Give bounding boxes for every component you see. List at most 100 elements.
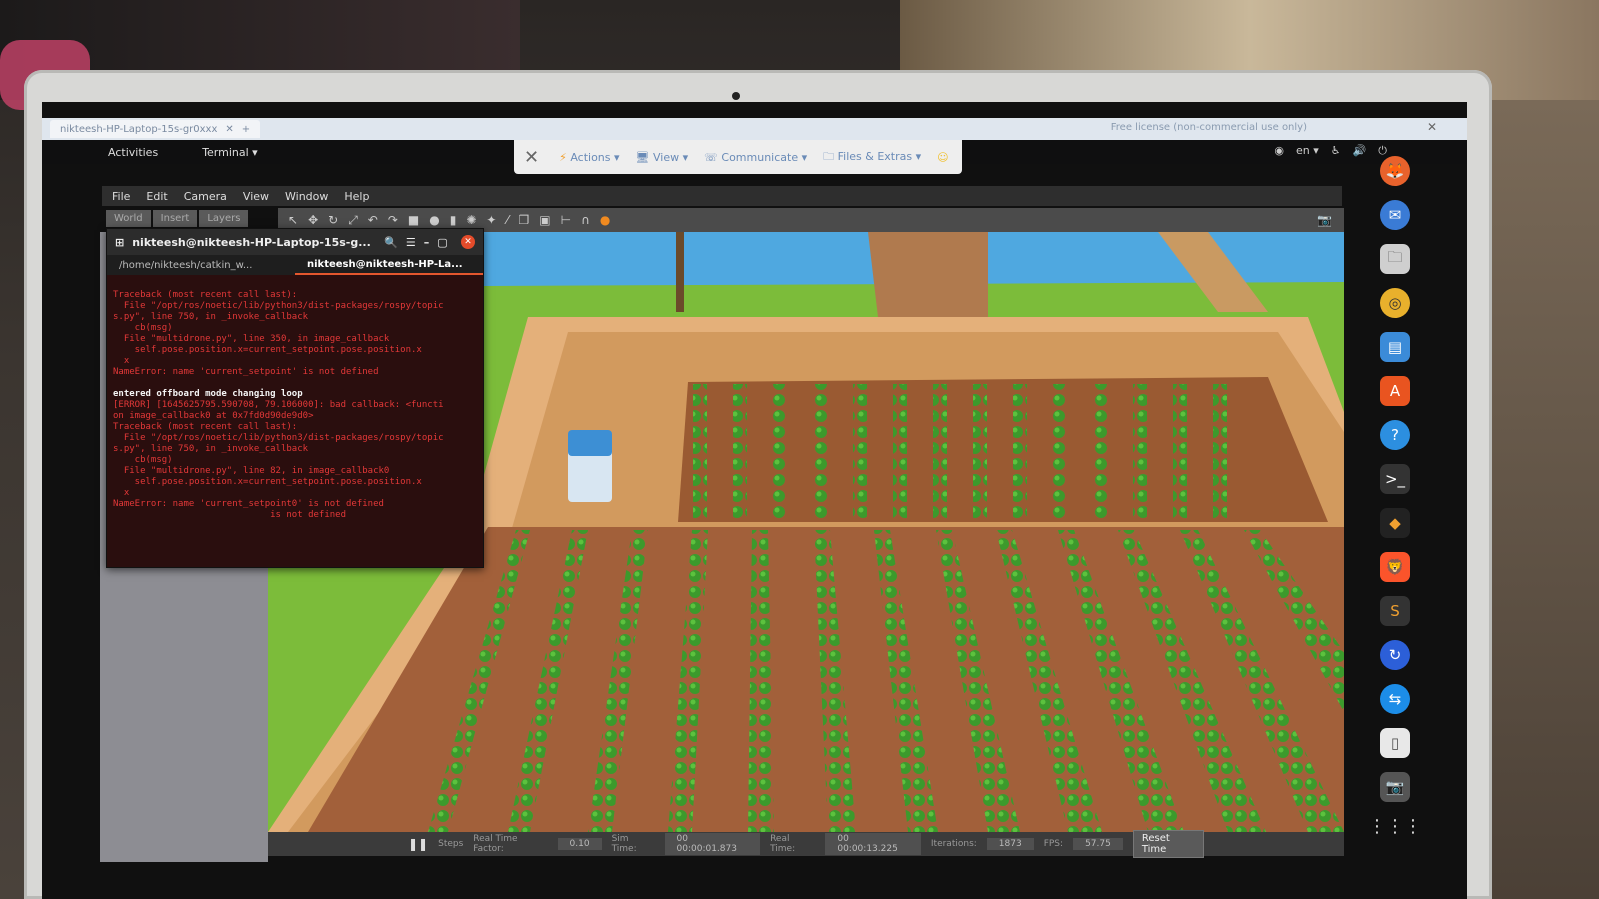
actions-label: Actions ▾ xyxy=(570,150,620,164)
menu-camera[interactable]: Camera xyxy=(184,190,227,203)
files-icon[interactable]: 🗀 xyxy=(1380,244,1410,274)
lightning-icon: ⚡ xyxy=(559,150,567,164)
terminal-titlebar: ⊞ nikteesh@nikteesh-HP-Laptop-15s-g... 🔍… xyxy=(107,229,483,255)
translate-tool-icon[interactable]: ✥ xyxy=(308,213,318,227)
terminal-line: entered offboard mode changing loop xyxy=(113,389,303,399)
terminal-line: NameError: name 'current_setpoint' is no… xyxy=(113,367,379,377)
layers-app-icon[interactable]: ◆ xyxy=(1380,508,1410,538)
system-tray[interactable]: ◉ en ▾ ♿ 🔊 ⏻ xyxy=(1274,144,1387,158)
teamviewer-icon[interactable]: ⇆ xyxy=(1380,684,1410,714)
terminal-title: nikteesh@nikteesh-HP-Laptop-15s-g... xyxy=(132,235,371,249)
menu-icon[interactable]: ☰ xyxy=(406,236,416,249)
network-icon[interactable]: ◉ xyxy=(1274,144,1284,158)
rhythmbox-icon[interactable]: ◎ xyxy=(1380,288,1410,318)
terminal-icon[interactable]: >_ xyxy=(1380,464,1410,494)
remote-window-titlebar: nikteesh-HP-Laptop-15s-gr0xxx ✕ + Free l… xyxy=(42,118,1467,140)
real-time-value: 00 00:00:13.225 xyxy=(825,833,921,855)
maximize-icon[interactable]: ▢ xyxy=(437,236,447,249)
monitor-icon: 🖥 xyxy=(635,150,650,164)
files-label: Files & Extras ▾ xyxy=(837,149,922,163)
minimize-icon[interactable]: – xyxy=(424,236,430,249)
close-icon[interactable]: ✕ xyxy=(524,147,539,168)
remote-tab[interactable]: nikteesh-HP-Laptop-15s-gr0xxx ✕ + xyxy=(50,120,261,138)
language-selector[interactable]: en ▾ xyxy=(1296,144,1319,158)
menu-window[interactable]: Window xyxy=(285,190,328,203)
terminal-line: File "/opt/ros/noetic/lib/python3/dist-p… xyxy=(113,301,444,311)
copy-icon[interactable]: ❐ xyxy=(519,213,530,227)
activities-button[interactable]: Activities xyxy=(108,146,158,159)
tab-world[interactable]: World xyxy=(106,210,151,227)
volume-icon[interactable]: 🔊 xyxy=(1353,144,1367,158)
close-icon[interactable]: ✕ xyxy=(225,124,233,135)
box-shape-icon[interactable]: ■ xyxy=(408,213,419,227)
terminal-window: ⊞ nikteesh@nikteesh-HP-Laptop-15s-g... 🔍… xyxy=(106,228,484,568)
point-light-icon[interactable]: ✺ xyxy=(466,213,476,227)
sync-app-icon[interactable]: ↻ xyxy=(1380,640,1410,670)
files-menu[interactable]: 🗀 Files & Extras ▾ xyxy=(823,148,921,167)
gazebo-status-bar: ❚❚ Steps Real Time Factor: 0.10 Sim Time… xyxy=(268,830,1344,858)
actions-menu[interactable]: ⚡ Actions ▾ xyxy=(559,151,619,164)
reset-time-button[interactable]: Reset Time xyxy=(1132,830,1205,858)
terminal-line: NameError: name 'current_setpoint0' is n… xyxy=(113,499,384,509)
iterations-label: Iterations: xyxy=(930,839,977,849)
menu-edit[interactable]: Edit xyxy=(146,190,167,203)
chat-icon: ☏ xyxy=(704,150,718,164)
menu-file[interactable]: File xyxy=(112,190,130,203)
app-menu[interactable]: Terminal ▾ xyxy=(202,146,258,159)
scale-tool-icon[interactable]: ⤢ xyxy=(348,213,358,228)
brave-icon[interactable]: 🦁 xyxy=(1380,552,1410,582)
writer-icon[interactable]: ▤ xyxy=(1380,332,1410,362)
rtf-label: Real Time Factor: xyxy=(473,834,518,854)
terminal-tabs: /home/nikteesh/catkin_w... nikteesh@nikt… xyxy=(107,255,483,275)
terminal-tab-2[interactable]: nikteesh@nikteesh-HP-La... xyxy=(295,255,483,275)
close-icon[interactable]: ✕ xyxy=(1427,120,1437,134)
sublime-icon[interactable]: S xyxy=(1380,596,1410,626)
thunderbird-icon[interactable]: ✉ xyxy=(1380,200,1410,230)
directional-light-icon[interactable]: ⁄ xyxy=(506,213,508,227)
terminal-line: s.py", line 750, in _invoke_callback xyxy=(113,312,309,322)
terminal-line: cb(msg) xyxy=(113,455,173,465)
align-icon[interactable]: ⊢ xyxy=(561,213,571,227)
tab-insert[interactable]: Insert xyxy=(152,210,198,227)
terminal-tab-1-label: /home/nikteesh/catkin_w... xyxy=(119,259,253,271)
spot-light-icon[interactable]: ✦ xyxy=(486,213,496,227)
smiley-icon[interactable]: ☺ xyxy=(937,151,948,164)
terminal-line: x xyxy=(113,488,130,498)
sphere-shape-icon[interactable]: ● xyxy=(429,213,439,227)
screenshot-icon[interactable]: 📷 xyxy=(1317,213,1332,227)
menu-help[interactable]: Help xyxy=(344,190,369,203)
terminal-line: [ERROR] [1645625795.590708, 79.106000]: … xyxy=(113,400,444,410)
rtf-value: 0.10 xyxy=(557,838,602,850)
help-icon[interactable]: ? xyxy=(1380,420,1410,450)
snap-icon[interactable]: ∩ xyxy=(581,213,590,227)
software-icon[interactable]: A xyxy=(1380,376,1410,406)
undo-icon[interactable]: ↶ xyxy=(368,213,378,227)
new-tab-icon[interactable]: ⊞ xyxy=(115,236,124,249)
communicate-menu[interactable]: ☏ Communicate ▾ xyxy=(704,151,807,164)
steps-label: Steps xyxy=(438,839,464,849)
license-text: Free license (non-commercial use only) xyxy=(1110,122,1307,133)
pause-icon[interactable]: ❚❚ xyxy=(408,837,428,851)
terminal-tab-1[interactable]: /home/nikteesh/catkin_w... xyxy=(107,255,295,275)
terminal-line: File "multidrone.py", line 82, in image_… xyxy=(113,466,390,476)
terminal-tab-2-label: nikteesh@nikteesh-HP-La... xyxy=(307,258,463,270)
menu-view[interactable]: View xyxy=(243,190,269,203)
accessibility-icon[interactable]: ♿ xyxy=(1331,144,1341,158)
rotate-tool-icon[interactable]: ↻ xyxy=(328,213,338,227)
screenshot-icon[interactable]: 📷 xyxy=(1380,772,1410,802)
search-icon[interactable]: 🔍 xyxy=(384,236,398,249)
cylinder-shape-icon[interactable]: ▮ xyxy=(450,213,457,227)
orange-marker-icon[interactable]: ● xyxy=(600,213,610,227)
tab-layers[interactable]: Layers xyxy=(199,210,249,227)
real-time-label: Real Time: xyxy=(770,834,796,854)
paste-icon[interactable]: ▣ xyxy=(539,213,550,227)
redo-icon[interactable]: ↷ xyxy=(388,213,398,227)
select-tool-icon[interactable]: ↖ xyxy=(288,213,298,227)
view-menu[interactable]: 🖥 View ▾ xyxy=(636,151,689,164)
add-tab-icon[interactable]: + xyxy=(242,124,250,135)
document-icon[interactable]: ▯ xyxy=(1380,728,1410,758)
show-apps-icon[interactable]: ⋮⋮⋮ xyxy=(1368,816,1422,837)
firefox-icon[interactable]: 🦊 xyxy=(1380,156,1410,186)
terminal-line: x xyxy=(113,356,130,366)
close-icon[interactable]: ✕ xyxy=(461,235,475,249)
